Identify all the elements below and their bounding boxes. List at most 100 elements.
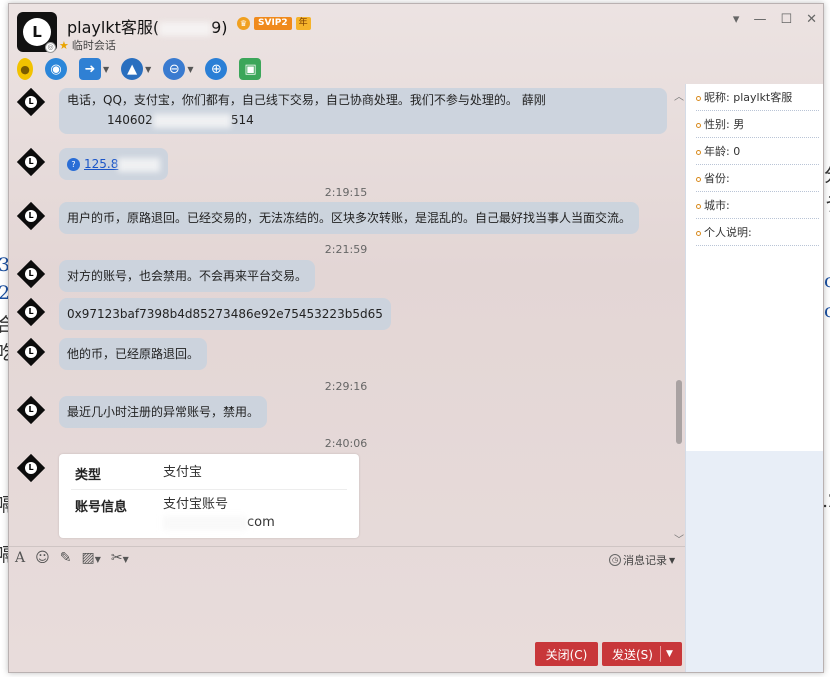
message-item: L 用户的币，原路退回。已经交易的，无法冻结的。区块多次转账，是混乱的。自己最好… — [16, 201, 640, 234]
sender-avatar[interactable]: L — [16, 297, 46, 327]
sender-avatar[interactable]: L — [16, 147, 46, 177]
profile-value: playlkt客服 — [733, 91, 793, 104]
annual-badge: 年 — [295, 17, 311, 30]
dropdown-menu-icon[interactable]: ▾ — [733, 12, 740, 27]
input-divider — [9, 546, 685, 547]
message-item: L ? 125.8 — [16, 147, 169, 180]
send-options-icon[interactable]: ▼ — [666, 642, 673, 666]
history-label: 消息记录 — [623, 554, 667, 567]
message-bubble: 电话，QQ，支付宝，你们都有，自己线下交易，自己协商处理。我们不参与处理的。 薛… — [59, 88, 667, 134]
message-item: L 电话，QQ，支付宝，你们都有，自己线下交易，自己协商处理。我们不参与处理的。… — [16, 88, 667, 134]
card-row: 类型 支付宝 — [71, 458, 347, 490]
sender-avatar[interactable]: L — [16, 201, 46, 231]
message-link[interactable]: 125.8 — [84, 157, 118, 171]
window-header: L ◎ playlkt客服(9) ♛ SVIP2 年 ★ 临时会话 ▾ — ☐ … — [9, 4, 823, 90]
minimize-icon[interactable]: — — [753, 12, 766, 27]
message-bubble: 0x97123baf7398b4d85273486e92e75453223b5d… — [59, 298, 391, 330]
screenshot-edit-icon[interactable]: ✎ — [60, 550, 72, 566]
contact-name-suffix: 9) — [211, 18, 228, 37]
chevron-down-icon[interactable]: ▼ — [187, 65, 193, 74]
video-call-button[interactable]: ◉ — [45, 58, 67, 80]
session-type: ★ 临时会话 — [59, 37, 116, 53]
message-bubble: 用户的币，原路退回。已经交易的，无法冻结的。区块多次转账，是混乱的。自己最好找当… — [59, 202, 640, 234]
message-input[interactable] — [9, 572, 685, 638]
font-icon[interactable]: A — [15, 550, 25, 566]
background-text: o — [824, 270, 830, 292]
chat-app-icon: ▣ — [239, 58, 262, 80]
remove-user-icon: ⊖ — [163, 58, 186, 80]
close-button[interactable]: 关闭(C) — [535, 642, 598, 666]
sender-avatar[interactable]: L — [16, 337, 46, 367]
input-toolbar: A ☺ ✎ ▨▼ ✂▼ — [15, 550, 129, 566]
scissors-icon[interactable]: ✂▼ — [111, 550, 129, 566]
message-bubble: ? 125.8 — [59, 148, 169, 180]
message-item: L 最近几小时注册的异常账号，禁用。 — [16, 395, 268, 428]
message-item: L 0x97123baf7398b4d85273486e92e75453223b… — [16, 297, 391, 330]
message-text: 140602 514 — [67, 110, 659, 130]
send-label: 发送(S) — [612, 647, 653, 662]
background-text: 分 — [824, 160, 830, 187]
card-value-part: com — [247, 515, 275, 530]
message-text-part: 514 — [230, 113, 254, 127]
vip-badges[interactable]: ♛ SVIP2 年 — [237, 17, 311, 30]
chat-toolbar: ● ◉ ➜ ▼ ▲ ▼ ⊖ ▼ ⊕ ▣ — [17, 58, 262, 80]
message-item: L 对方的账号，也会禁用。不会再来平台交易。 — [16, 259, 316, 292]
image-icon[interactable]: ▨▼ — [81, 550, 100, 566]
chat-window: L ◎ playlkt客服(9) ♛ SVIP2 年 ★ 临时会话 ▾ — ☐ … — [8, 3, 824, 673]
profile-province: 省份: — [696, 165, 819, 192]
sender-avatar[interactable]: L — [16, 88, 46, 117]
message-timestamp: 2:21:59 — [324, 243, 368, 256]
sender-avatar[interactable]: L — [16, 259, 46, 289]
sender-avatar[interactable]: L — [16, 453, 46, 483]
remove-user-button[interactable]: ⊖ ▼ — [163, 58, 193, 80]
message-text: 电话，QQ，支付宝，你们都有，自己线下交易，自己协商处理。我们不参与处理的。 薛… — [67, 93, 546, 107]
card-row: 账号信息 支付宝账号 com — [71, 490, 347, 538]
background-text: ゔ — [824, 190, 830, 217]
maximize-icon[interactable]: ☐ — [780, 12, 792, 27]
send-button[interactable]: 发送(S) ▼ — [602, 642, 682, 666]
microphone-icon: ● — [17, 58, 33, 80]
scroll-thumb[interactable] — [676, 380, 682, 444]
file-transfer-button[interactable]: ➜ ▼ — [79, 58, 109, 80]
close-icon[interactable]: ✕ — [806, 12, 817, 27]
profile-city: 城市: — [696, 192, 819, 219]
message-history-button[interactable]: ◷ 消息记录 ▼ — [609, 552, 675, 568]
clock-icon: ◷ — [609, 554, 621, 566]
chat-app-button[interactable]: ▣ — [239, 58, 262, 80]
profile-nickname: 昵称: playlkt客服 — [696, 84, 819, 111]
profile-label: 年龄: — [704, 145, 730, 158]
contact-name: playlkt客服( 9) — [67, 14, 228, 38]
profile-panel-bottom — [686, 451, 823, 672]
profile-label: 城市: — [704, 199, 730, 212]
emoji-icon[interactable]: ☺ — [35, 550, 50, 566]
message-bubble: 对方的账号，也会禁用。不会再来平台交易。 — [59, 260, 316, 292]
message-item: L 类型 支付宝 账号信息 支付宝账号 com — [16, 453, 359, 538]
profile-label: 省份: — [704, 172, 730, 185]
message-scrollbar[interactable]: ︿ ﹀ — [674, 88, 684, 546]
card-key: 类型 — [75, 468, 102, 483]
chevron-up-icon[interactable]: ︿ — [674, 88, 684, 103]
add-user-icon: ⊕ — [205, 58, 228, 80]
profile-value: 男 — [733, 118, 745, 131]
add-user-button[interactable]: ⊕ — [205, 58, 228, 80]
payment-card[interactable]: 类型 支付宝 账号信息 支付宝账号 com — [59, 454, 359, 538]
card-value: 支付宝 — [163, 465, 203, 480]
message-timestamp: 2:40:06 — [324, 437, 368, 450]
window-controls: ▾ — ☐ ✕ — [733, 12, 817, 27]
star-icon: ★ — [59, 38, 69, 52]
profile-label: 昵称: — [704, 91, 730, 104]
chevron-down-icon[interactable]: ▼ — [103, 65, 109, 74]
profile-info: 昵称: playlkt客服 性别: 男 年龄: 0 省份: 城市: 个人说明: — [686, 84, 823, 451]
contact-name-prefix: playlkt客服( — [67, 18, 160, 37]
sender-avatar[interactable]: L — [16, 395, 46, 425]
session-type-label: 临时会话 — [71, 39, 116, 52]
profile-gender: 性别: 男 — [696, 111, 819, 138]
remote-assist-icon: ▲ — [121, 58, 144, 80]
verified-shield-icon: ? — [67, 158, 80, 171]
remote-assist-button[interactable]: ▲ ▼ — [121, 58, 151, 80]
voice-call-button[interactable]: ● — [17, 58, 33, 80]
profile-value: 0 — [733, 145, 741, 158]
message-list[interactable]: L 电话，QQ，支付宝，你们都有，自己线下交易，自己协商处理。我们不参与处理的。… — [9, 88, 683, 546]
chevron-down-icon[interactable]: ▼ — [145, 65, 151, 74]
chevron-down-icon[interactable]: ﹀ — [674, 531, 684, 546]
